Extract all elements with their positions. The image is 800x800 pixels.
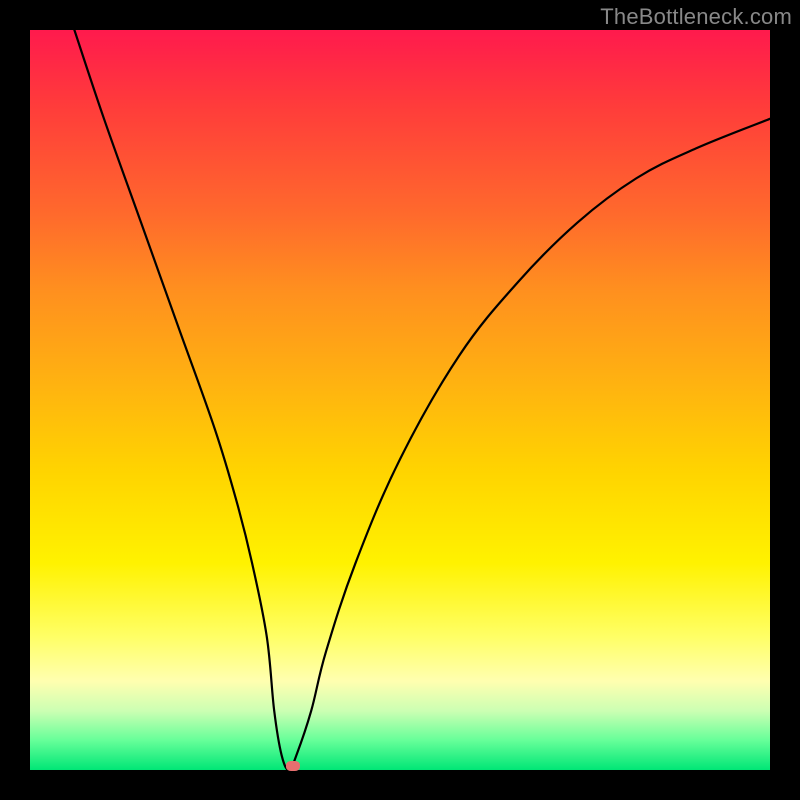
bottleneck-curve (74, 30, 770, 770)
plot-area (30, 30, 770, 770)
watermark-text: TheBottleneck.com (600, 4, 792, 30)
min-marker (286, 761, 300, 771)
curve-svg (30, 30, 770, 770)
chart-frame: TheBottleneck.com (0, 0, 800, 800)
